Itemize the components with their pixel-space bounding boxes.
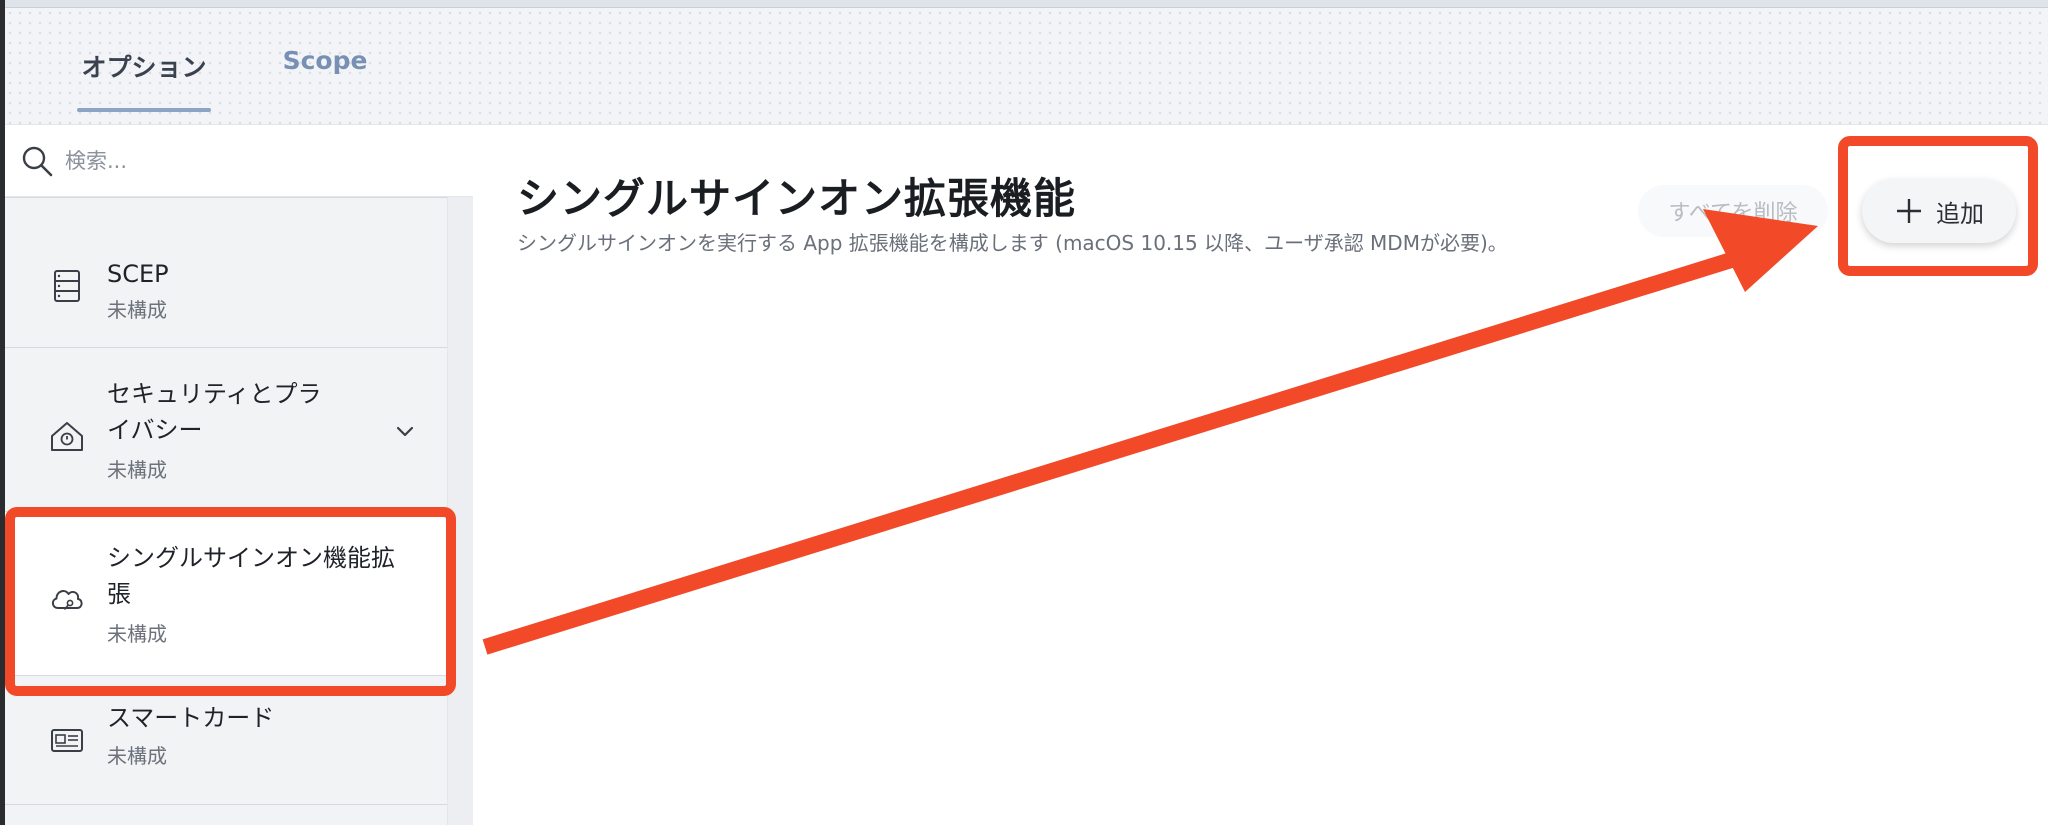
page-title: シングルサインオン拡張機能: [517, 174, 1077, 223]
sidebar-item-status: 未構成: [107, 622, 167, 646]
sidebar-item-status: 未構成: [107, 744, 167, 768]
search-input[interactable]: [63, 141, 453, 181]
sidebar-scrollbar[interactable]: [447, 197, 473, 825]
main-content: シングルサインオン拡張機能 シングルサインオンを実行する App 拡張機能を構成…: [473, 125, 2048, 825]
sidebar-item-smart-card[interactable]: スマートカード 未構成: [5, 675, 447, 805]
sidebar-item-status: 未構成: [107, 458, 167, 482]
server-icon: [54, 270, 80, 302]
tab-bar: オプション Scope: [5, 8, 2048, 125]
sidebar-item-status: 未構成: [107, 298, 167, 322]
sidebar-item-security-privacy[interactable]: セキュリティとプラ イバシー 未構成: [5, 347, 447, 511]
security-house-icon: [51, 422, 83, 451]
plus-icon: [1897, 199, 1921, 223]
sidebar-item-title-line1: シングルサインオン機能拡: [107, 544, 395, 572]
page-description: シングルサインオンを実行する App 拡張機能を構成します (macOS 10.…: [517, 231, 1508, 255]
window-top-border: [0, 0, 2048, 8]
sidebar-item-scep[interactable]: SCEP 未構成: [5, 197, 447, 347]
tab-options[interactable]: オプション: [77, 48, 211, 112]
sidebar-item-title-line2: イバシー: [107, 416, 203, 444]
add-button[interactable]: 追加: [1862, 179, 2016, 243]
payload-list: SCEP 未構成 セキュリティとプラ イバシー 未構成 シングルサインオン機能拡…: [5, 197, 451, 825]
sidebar-item-title-line1: セキュリティとプラ: [107, 380, 322, 408]
tab-options-label: オプション: [81, 53, 207, 82]
sidebar-item-title: スマートカード: [107, 704, 275, 732]
add-button-label: 追加: [1936, 199, 1984, 228]
chevron-down-icon[interactable]: [393, 420, 417, 444]
sidebar: SCEP 未構成 セキュリティとプラ イバシー 未構成 シングルサ: [5, 125, 473, 825]
tab-scope-label: Scope: [282, 46, 368, 75]
tab-scope[interactable]: Scope: [282, 46, 368, 110]
delete-all-button[interactable]: すべてを削除: [1638, 185, 1828, 237]
sidebar-item-title-line2: 張: [107, 580, 131, 608]
smartcard-icon: [51, 729, 83, 752]
search-icon: [22, 146, 53, 177]
sidebar-item-single-sign-on-extensions[interactable]: シングルサインオン機能拡 張 未構成: [5, 511, 451, 675]
cloud-key-icon: [51, 590, 83, 611]
search-box: [5, 125, 473, 197]
sidebar-item-title: SCEP: [107, 260, 169, 288]
